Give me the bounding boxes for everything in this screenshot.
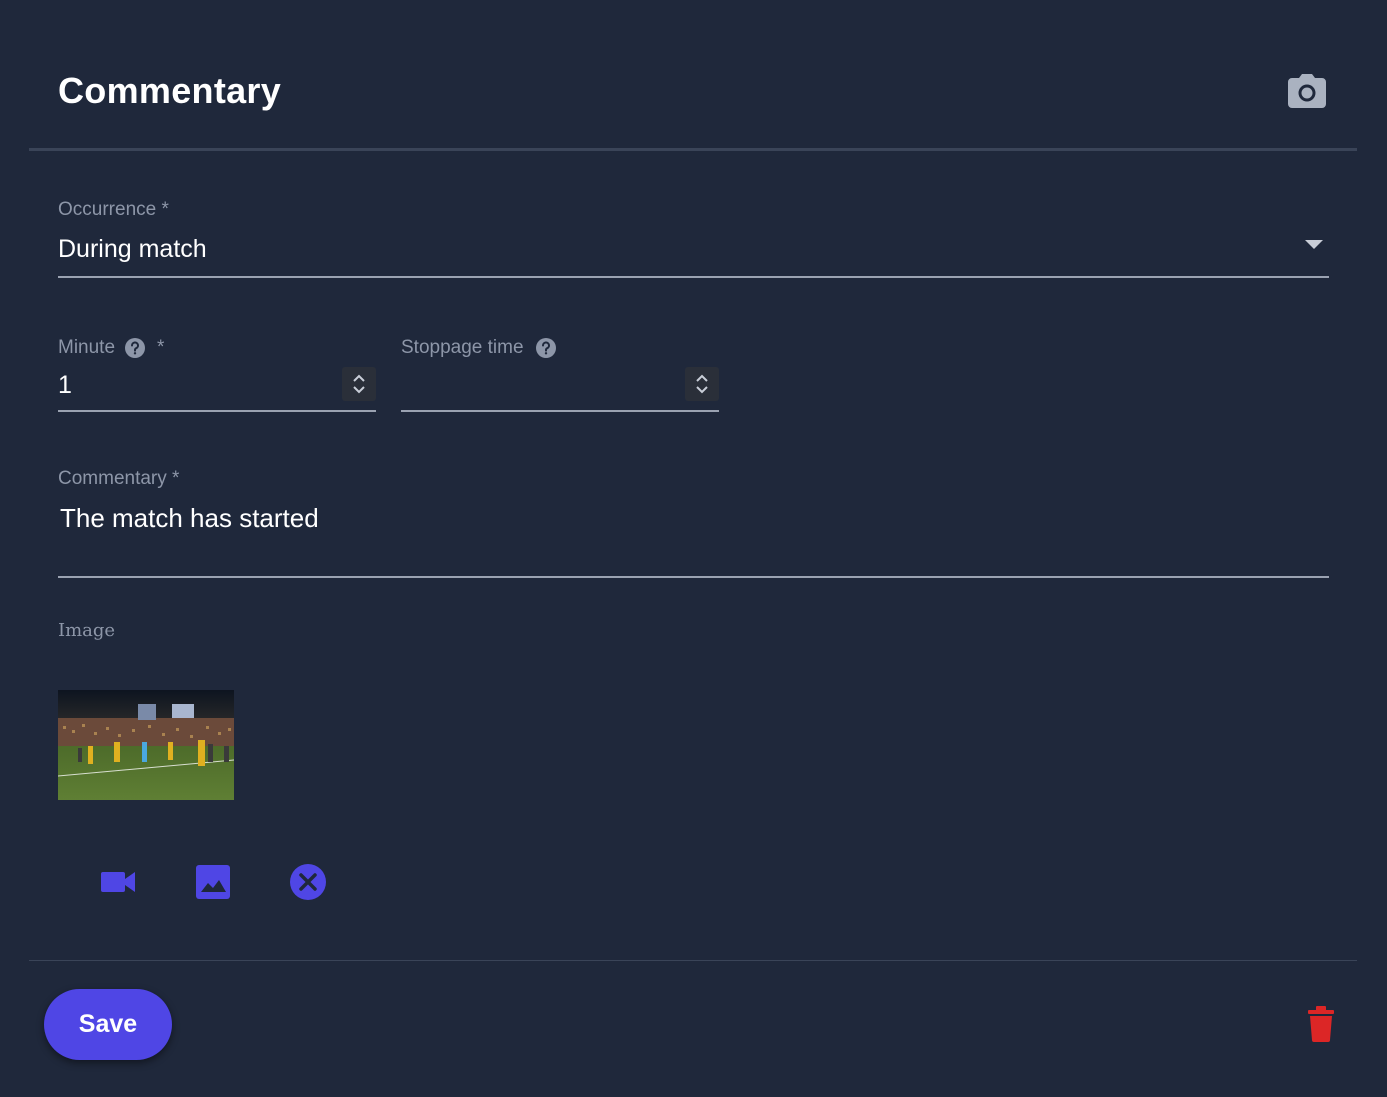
minute-underline	[58, 410, 376, 412]
occurrence-value: During match	[58, 235, 207, 263]
stoppage-input[interactable]	[401, 369, 681, 401]
minute-help-icon[interactable]	[125, 338, 145, 358]
cancel-circle-icon[interactable]	[288, 862, 328, 902]
page-title: Commentary	[58, 70, 282, 111]
stoppage-help-icon[interactable]	[536, 338, 556, 358]
header-divider	[29, 148, 1357, 151]
header: Commentary	[0, 0, 1387, 150]
occurrence-underline	[58, 276, 1329, 278]
save-button[interactable]: Save	[44, 989, 172, 1060]
video-camera-icon[interactable]	[98, 862, 138, 902]
stoppage-label: Stoppage time	[401, 337, 524, 358]
occurrence-select[interactable]	[58, 228, 1329, 276]
image-label: Image	[58, 620, 116, 641]
minute-input[interactable]	[58, 369, 338, 401]
image-icon[interactable]	[193, 862, 233, 902]
minute-stepper[interactable]	[342, 367, 376, 401]
commentary-textarea[interactable]: The match has started	[60, 503, 319, 534]
minute-label: Minute	[58, 337, 116, 358]
camera-icon[interactable]	[1286, 72, 1328, 112]
minute-required-mark: *	[157, 337, 165, 358]
trash-icon[interactable]	[1306, 1006, 1336, 1042]
stoppage-underline	[401, 410, 719, 412]
image-thumbnail[interactable]	[58, 690, 234, 800]
commentary-label: Commentary *	[58, 468, 180, 489]
commentary-underline	[58, 576, 1329, 578]
stoppage-stepper[interactable]	[685, 367, 719, 401]
footer-divider	[29, 960, 1357, 961]
chevron-down-icon[interactable]	[1305, 240, 1323, 249]
occurrence-label: Occurrence *	[58, 199, 169, 220]
